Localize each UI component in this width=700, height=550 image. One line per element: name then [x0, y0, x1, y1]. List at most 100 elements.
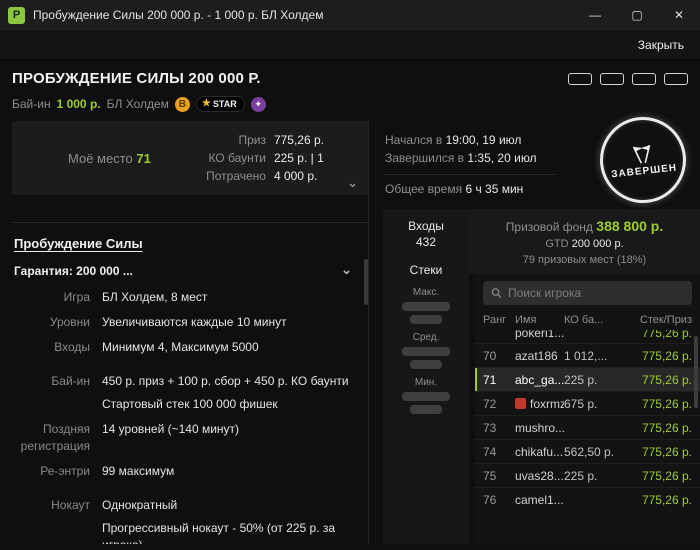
my-place-value: 71: [136, 150, 151, 166]
summary-stat-value: 225 р. | 1: [273, 151, 324, 165]
lower-area: Входы 432 Стеки Макс. Сред. Мин. Призово…: [383, 209, 700, 544]
maximize-button[interactable]: ▢: [616, 0, 658, 30]
player-row[interactable]: 70 azat186 1 012,... 775,26 р.: [475, 343, 700, 367]
overview-row: Ре-энтри 99 максимум: [14, 463, 358, 480]
overview-panel: Пробуждение Силы Гарантия: 200 000 ... ⌄…: [12, 223, 368, 544]
col-stack: Стек/Приз: [639, 314, 692, 326]
max-stack-masked-value: [402, 302, 450, 311]
player-ko-bounty: 225 р.: [564, 372, 598, 387]
chevron-down-icon[interactable]: ⌄: [341, 262, 352, 278]
player-row[interactable]: 73 mushro... 775,26 р.: [475, 415, 700, 439]
player-search[interactable]: [483, 281, 692, 305]
close-lobby-link[interactable]: Закрыть: [638, 38, 684, 52]
overview-row-value: 14 уровней (~140 минут): [102, 421, 240, 436]
player-stack-prize: 775,26 р.: [641, 348, 692, 363]
overview-row-value-2: Прогрессивный нокаут - 50% (от 225 р. за…: [102, 521, 336, 544]
col-ko: КО ба...: [564, 314, 604, 326]
top-bar: Закрыть: [0, 30, 700, 60]
player-name: camel1...: [515, 492, 564, 507]
avg-stack-label: Сред.: [412, 332, 440, 343]
table-scrollbar[interactable]: [694, 336, 698, 408]
player-stack-prize: 775,26 р.: [641, 468, 692, 483]
overview-row-label: Уровни: [49, 314, 90, 329]
min-stack-label: Мин.: [414, 377, 438, 388]
prize-pool-value: 388 800 р.: [596, 218, 664, 234]
minimize-button[interactable]: —: [574, 0, 616, 30]
guarantee-row: Гарантия: 200 000 ... ⌄: [14, 262, 358, 278]
chevron-down-icon[interactable]: ⌄: [347, 175, 358, 191]
main-area: Моё место 71 Приз 775,26 р. КО баунти 22…: [0, 112, 700, 544]
overview-row-label: Бай-ин: [51, 374, 90, 389]
max-stack-masked-value: [410, 315, 442, 324]
ended-label: Завершился в: [385, 151, 465, 165]
player-stack-prize: 775,26 р.: [641, 444, 692, 459]
started-value: 19:00, 19 июл: [445, 133, 522, 147]
gtd-label: GTD: [545, 238, 569, 250]
header-action-button[interactable]: [664, 72, 688, 85]
player-ko-bounty: 675 р.: [564, 396, 598, 411]
overview-row-value: 450 р. приз + 100 р. сбор + 450 р. КО ба…: [102, 374, 349, 412]
player-row[interactable]: 74 chikafu... 562,50 р. 775,26 р.: [475, 439, 700, 463]
max-stack-label: Макс.: [412, 287, 440, 298]
overview-row: Входы Минимум 4, Максимум 5000: [14, 339, 358, 356]
player-name: foxrmz: [515, 397, 564, 411]
prize-and-table: Призовой фонд 388 800 р. GTD 200 000 р. …: [469, 209, 700, 544]
col-name: Имя: [515, 314, 537, 326]
min-stack-masked-value: [410, 405, 442, 414]
my-summary-stats: Приз 775,26 р. КО баунти 225 р. | 1 Потр…: [206, 133, 324, 183]
avg-stack-masked-value: [402, 347, 450, 356]
overview-row: Уровни Увеличиваются каждые 10 минут: [14, 314, 358, 331]
player-rank: 72: [483, 396, 497, 411]
overview-row-value-2: Стартовый стек 100 000 фишек: [102, 397, 278, 412]
overview-row-label: Нокаут: [51, 498, 90, 513]
overview-row-label: Поздняя регистрация: [20, 421, 90, 453]
left-column: Моё место 71 Приз 775,26 р. КО баунти 22…: [12, 121, 368, 544]
my-result-summary: Моё место 71 Приз 775,26 р. КО баунти 22…: [12, 121, 368, 195]
player-row[interactable]: 72 foxrmz 675 р. 775,26 р.: [475, 391, 700, 415]
app-logo-icon: P: [8, 6, 25, 24]
search-icon: [491, 288, 502, 299]
window-controls: — ▢ ✕: [574, 0, 700, 30]
buyin-value: 1 000 р.: [56, 97, 101, 111]
entries-label: Входы: [408, 219, 444, 233]
lobby-tabs: [12, 205, 368, 223]
player-row[interactable]: 71 abc_ga... 225 р. 775,26 р.: [475, 367, 700, 391]
player-row[interactable]: 76 camel1... 775,26 р.: [475, 487, 700, 511]
tournament-title: ПРОБУЖДЕНИЕ СИЛЫ 200 000 Р.: [12, 70, 261, 87]
summary-stat-value: 775,26 р.: [273, 133, 324, 147]
total-time-label: Общее время: [385, 182, 463, 196]
started-label: Начался в: [385, 133, 443, 147]
player-stack-prize: 775,26 р.: [641, 372, 692, 387]
search-input[interactable]: [507, 286, 684, 300]
game-type-label: БЛ Холдем: [106, 97, 169, 111]
tournament-lobby-window: P Пробуждение Силы 200 000 р. - 1 000 р.…: [0, 0, 700, 550]
player-row[interactable]: 75 uvas28... 225 р. 775,26 р.: [475, 463, 700, 487]
player-name: chikafu...: [515, 444, 564, 459]
my-place-label: Моё место: [68, 150, 133, 166]
player-rank: 71: [483, 372, 497, 387]
prize-pool-box: Призовой фонд 388 800 р. GTD 200 000 р. …: [469, 209, 700, 274]
overview-row-value: Минимум 4, Максимум 5000: [102, 339, 259, 354]
close-window-button[interactable]: ✕: [658, 0, 700, 30]
col-rank: Ранг: [483, 314, 507, 326]
player-name: mushro...: [515, 420, 564, 435]
summary-stat-value: 4 000 р.: [273, 169, 318, 183]
player-rank: 70: [483, 348, 497, 363]
player-ko-bounty: 562,50 р.: [564, 444, 615, 459]
header-action-button[interactable]: [632, 72, 656, 85]
player-name: abc_ga...: [515, 372, 564, 387]
status-box: Начался в 19:00, 19 июл Завершился в 1:3…: [383, 112, 700, 209]
overview-row: Нокаут Однократный Прогрессивный нокаут …: [14, 497, 358, 544]
overview-row-value: Однократный Прогрессивный нокаут - 50% (…: [102, 497, 358, 544]
players-table-header: Ранг Имя КО ба... Стек/Приз: [475, 310, 700, 330]
player-name: azat186: [515, 348, 558, 363]
header-action-button[interactable]: [568, 72, 592, 85]
overview-tournament-name: Пробуждение Силы: [14, 236, 143, 251]
window-title: Пробуждение Силы 200 000 р. - 1 000 р. Б…: [33, 8, 324, 22]
players-table: Ранг Имя КО ба... Стек/Приз pokeri1... 7…: [475, 274, 700, 544]
header-action-button[interactable]: [600, 72, 624, 85]
player-rank: 76: [483, 492, 497, 507]
entries-stats-column: Входы 432 Стеки Макс. Сред. Мин.: [383, 209, 469, 544]
buyin-label: Бай-ин: [12, 97, 51, 111]
summary-stat-label: Приз: [238, 133, 266, 147]
